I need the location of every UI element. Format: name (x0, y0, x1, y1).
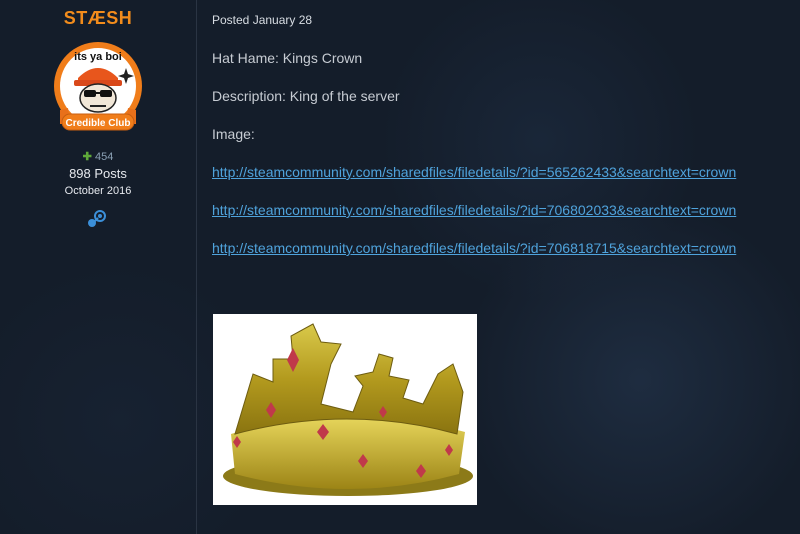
username[interactable]: STÆSH (0, 8, 196, 29)
workshop-link-1[interactable]: http://steamcommunity.com/sharedfiles/fi… (212, 164, 736, 180)
svg-text:its ya boi: its ya boi (74, 51, 122, 63)
author-panel: STÆSH its ya boi Credible Club ✚ 454 898… (0, 0, 197, 534)
join-date: October 2016 (64, 185, 132, 197)
description: Description: King of the server (212, 88, 400, 104)
steam-icon[interactable] (86, 208, 108, 230)
svg-text:Credible Club: Credible Club (65, 118, 130, 129)
reputation-plus-icon: ✚ (82, 151, 92, 163)
post-date: Posted January 28 (212, 13, 313, 27)
image-label: Image: (212, 126, 255, 142)
reputation: ✚ 454 (0, 150, 196, 163)
hat-name: Hat Hame: Kings Crown (212, 50, 363, 66)
post-count: 898 Posts (69, 166, 127, 181)
reputation-count: 454 (94, 151, 114, 163)
avatar[interactable]: its ya boi Credible Club (48, 40, 148, 140)
crown-illustration (223, 323, 473, 496)
workshop-link-2[interactable]: http://steamcommunity.com/sharedfiles/fi… (212, 202, 736, 218)
crown-image[interactable] (213, 314, 477, 505)
workshop-link-3[interactable]: http://steamcommunity.com/sharedfiles/fi… (212, 240, 736, 256)
